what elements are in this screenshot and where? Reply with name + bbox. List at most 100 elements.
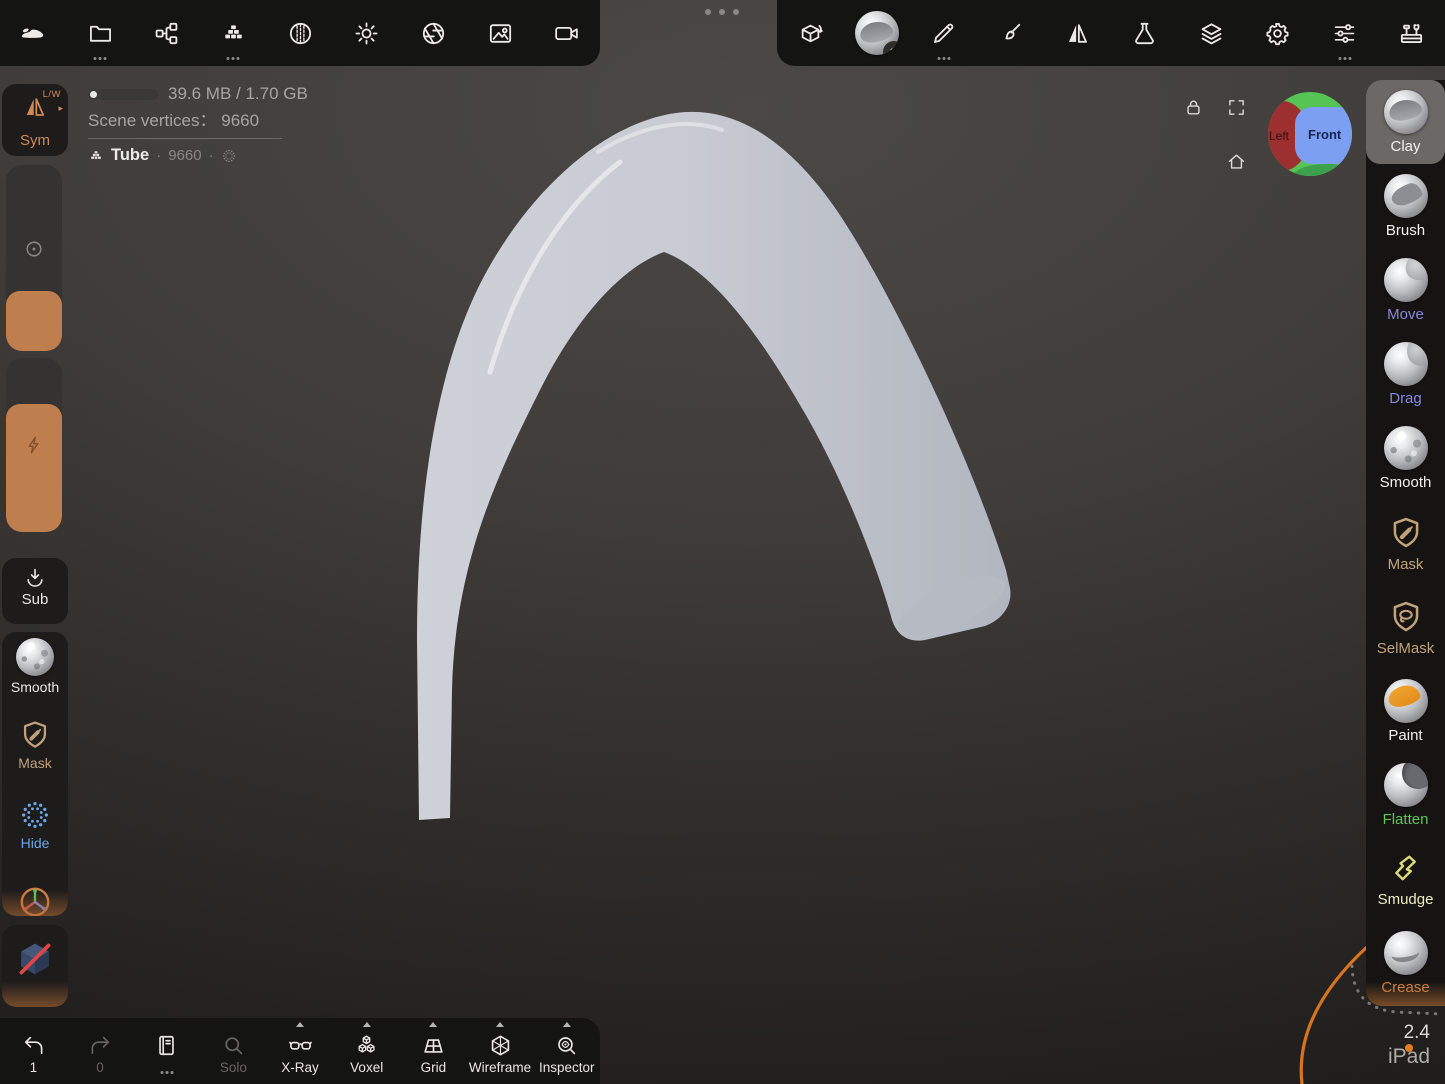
symmetry-label: Sym	[2, 132, 68, 149]
tool-move[interactable]: Move	[1366, 248, 1445, 332]
flatten-sphere-icon	[1384, 763, 1428, 807]
more-dots	[165, 1071, 168, 1074]
orientation-gizmo[interactable]: Left Front	[1266, 90, 1354, 178]
tool-settings-gear-icon[interactable]	[883, 41, 899, 55]
redo-button[interactable]: 0	[67, 1018, 134, 1084]
history-button[interactable]	[133, 1018, 200, 1084]
smooth-sphere-icon	[16, 638, 54, 676]
scene-graph-button[interactable]	[133, 0, 200, 66]
move-sphere-icon	[1384, 258, 1428, 302]
voxel-remesh-toggle[interactable]	[2, 925, 68, 1007]
quick-smooth-button[interactable]: Smooth	[2, 632, 68, 712]
brush-tools-panel: Clay Brush Move Drag Smooth Mask SelMask	[1366, 80, 1445, 1006]
radius-slider-fill	[6, 291, 62, 351]
tube-object	[417, 112, 1012, 820]
voxel-toggle[interactable]: Voxel	[333, 1018, 400, 1084]
separator-dot: ·	[209, 147, 214, 164]
fullscreen-button[interactable]	[1226, 97, 1247, 118]
symmetry-toggle[interactable]: L/W ▸ Sym	[2, 84, 68, 156]
sub-button[interactable]: Sub	[2, 558, 68, 624]
quick-hide-label: Hide	[21, 835, 50, 851]
tool-mask[interactable]: Mask	[1366, 501, 1445, 585]
xray-toggle[interactable]: X-Ray	[267, 1018, 334, 1084]
background-button[interactable]	[467, 0, 534, 66]
solo-button[interactable]: Solo	[200, 1018, 267, 1084]
sub-label: Sub	[2, 591, 68, 608]
object-vertex-count: 9660	[168, 147, 201, 164]
files-button[interactable]	[67, 0, 134, 66]
caret-up-icon	[563, 1022, 571, 1027]
caret-up-icon	[496, 1022, 504, 1027]
topology-button[interactable]	[200, 0, 267, 66]
toolbar-drag-handle[interactable]	[705, 9, 739, 15]
quick-hide-button[interactable]: Hide	[2, 792, 68, 872]
undo-count: 1	[30, 1060, 38, 1075]
brush-radius-ring	[1301, 946, 1368, 1084]
intensity-slider[interactable]	[6, 358, 62, 532]
tool-crease[interactable]: Crease	[1366, 922, 1445, 1006]
bottom-toolbar: 1 0 Solo X-Ray Voxel Grid	[0, 1018, 600, 1084]
tool-smooth[interactable]: Smooth	[1366, 417, 1445, 501]
export-button[interactable]	[777, 0, 844, 66]
nomad-sculpt-app: 39.6 MB / 1.70 GB Scene vertices： 9660 T…	[0, 0, 1445, 1084]
scene-info: 39.6 MB / 1.70 GB Scene vertices： 9660 T…	[88, 84, 308, 165]
left-quick-tools: Smooth Mask Hide	[2, 632, 68, 916]
scene-vertices-label: Scene vertices：	[88, 111, 217, 130]
subdivide-icon	[23, 566, 47, 590]
material-button[interactable]	[267, 0, 334, 66]
brush-sphere-icon	[1384, 174, 1428, 218]
painting-button[interactable]	[977, 0, 1044, 66]
postprocess-button[interactable]	[400, 0, 467, 66]
camera-button[interactable]	[533, 0, 600, 66]
inspector-toggle[interactable]: Inspector	[533, 1018, 600, 1084]
tool-selmask[interactable]: SelMask	[1366, 585, 1445, 669]
tool-paint[interactable]: Paint	[1366, 669, 1445, 753]
toolbox-button[interactable]	[1378, 0, 1445, 66]
tool-brush[interactable]: Brush	[1366, 164, 1445, 248]
memory-usage-bar	[88, 89, 158, 100]
gizmo-tool-icon[interactable]	[17, 884, 53, 916]
radius-slider[interactable]	[6, 165, 62, 351]
wireframe-toggle[interactable]: Wireframe	[467, 1018, 534, 1084]
current-tool-matcap-icon	[855, 11, 899, 55]
gizmo-left-label: Left	[1269, 129, 1290, 143]
gizmo-front-label: Front	[1308, 127, 1342, 142]
quick-mask-button[interactable]: Mask	[2, 712, 68, 792]
settings-button[interactable]	[1245, 0, 1312, 66]
smooth-sphere-icon	[1384, 426, 1428, 470]
grid-toggle[interactable]: Grid	[400, 1018, 467, 1084]
tool-drag[interactable]: Drag	[1366, 333, 1445, 417]
app-logo[interactable]	[0, 0, 67, 66]
lighting-button[interactable]	[333, 0, 400, 66]
lab-button[interactable]	[1111, 0, 1178, 66]
solo-label: Solo	[220, 1060, 247, 1075]
current-tool-button[interactable]	[844, 0, 911, 66]
tool-clay[interactable]: Clay	[1366, 80, 1445, 164]
top-right-toolbar	[777, 0, 1445, 66]
symmetry-button[interactable]	[1044, 0, 1111, 66]
interface-button[interactable]	[1311, 0, 1378, 66]
mask-shield-icon	[1387, 514, 1425, 552]
more-dots	[232, 57, 235, 60]
top-left-toolbar	[0, 0, 600, 66]
object-name: Tube	[111, 146, 149, 165]
symmetry-expand-arrow[interactable]: ▸	[58, 103, 63, 114]
mask-shield-icon	[18, 718, 52, 752]
quick-mask-label: Mask	[18, 755, 51, 771]
voxel-cube-slash-icon	[13, 937, 57, 981]
separator-dot: ·	[156, 147, 161, 164]
hide-dots-icon	[18, 798, 52, 832]
home-view-button[interactable]	[1226, 151, 1247, 172]
radius-icon	[23, 238, 45, 260]
info-divider	[88, 138, 282, 139]
lock-view-button[interactable]	[1183, 97, 1204, 118]
symmetry-mode: L/W	[43, 89, 61, 100]
intensity-slider-fill	[6, 404, 62, 532]
selmask-shield-icon	[1387, 598, 1425, 636]
stroke-button[interactable]	[911, 0, 978, 66]
layers-button[interactable]	[1178, 0, 1245, 66]
undo-button[interactable]: 1	[0, 1018, 67, 1084]
clay-sphere-icon	[1384, 90, 1428, 134]
tool-flatten[interactable]: Flatten	[1366, 754, 1445, 838]
tool-smudge[interactable]: Smudge	[1366, 838, 1445, 922]
